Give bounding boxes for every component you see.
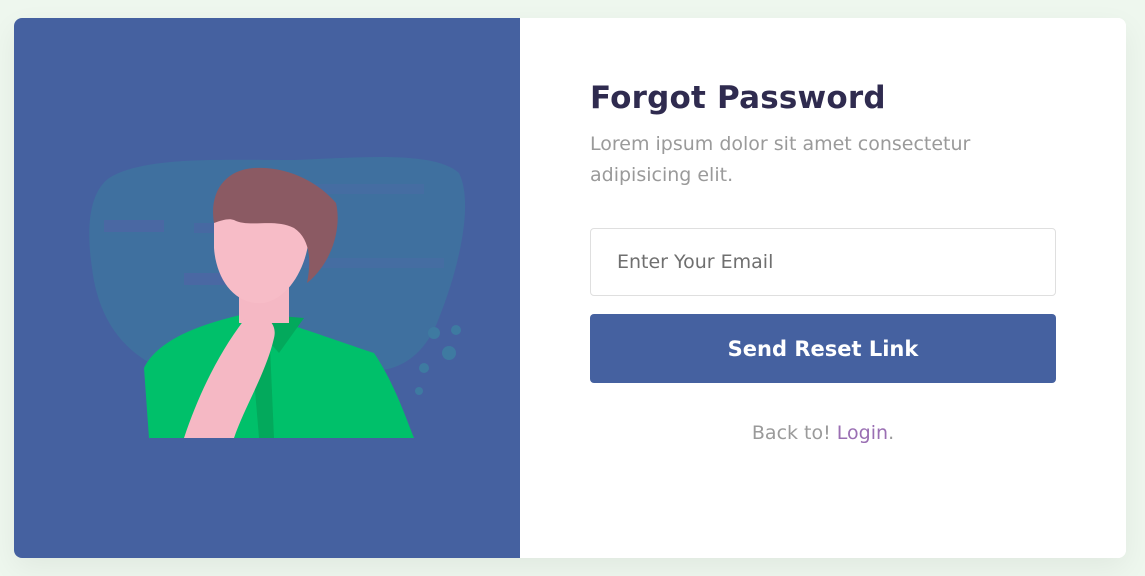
back-to-text: Back to! <box>751 422 837 444</box>
login-link[interactable]: Login <box>837 422 888 444</box>
form-panel: Forgot Password Lorem ipsum dolor sit am… <box>520 18 1126 558</box>
back-to-suffix: . <box>888 422 895 444</box>
thinking-person-illustration <box>89 157 466 438</box>
decor-dot <box>428 327 440 339</box>
page-title: Forgot Password <box>590 80 886 116</box>
decor-dot <box>415 387 423 395</box>
page-subtitle: Lorem ipsum dolor sit amet consectetur a… <box>590 133 971 186</box>
email-field[interactable] <box>590 228 1056 296</box>
decor-dot <box>451 325 461 335</box>
decor-dot <box>419 363 429 373</box>
blob-line <box>104 220 164 232</box>
decor-dot <box>442 346 456 360</box>
send-reset-link-button[interactable]: Send Reset Link <box>590 314 1056 383</box>
back-to-login: Back to! Login. <box>590 422 1056 444</box>
forgot-password-card: Forgot Password Lorem ipsum dolor sit am… <box>14 18 1126 558</box>
illustration-panel <box>14 18 520 558</box>
